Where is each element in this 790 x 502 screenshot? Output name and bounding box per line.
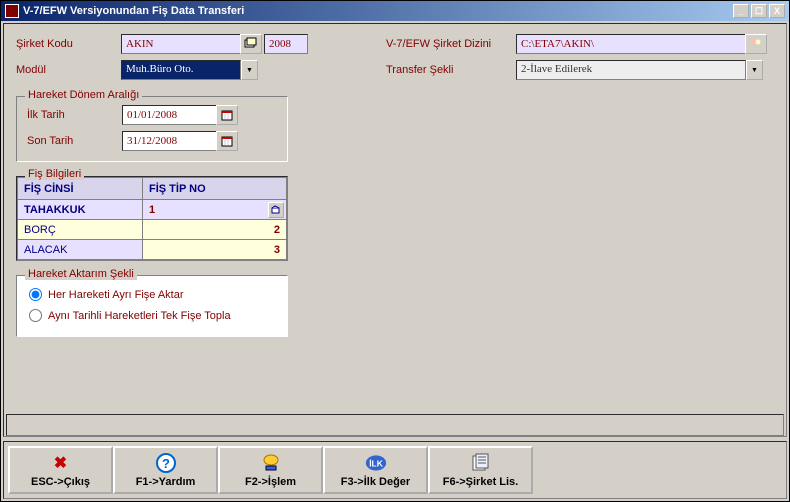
app-window: V-7/EFW Versiyonundan Fiş Data Transferi… [0,0,790,502]
fis-tipno-cell[interactable]: 1 [143,200,287,220]
radio-option-ayri[interactable]: Her Hareketi Ayrı Fişe Aktar [27,284,277,305]
app-icon [5,4,19,18]
sirket-dizini-label: V-7/EFW Şirket Dizini [386,38,516,50]
calendar-icon [221,109,233,121]
fis-cinsi-cell: ALACAK [18,240,143,260]
ilk-badge-icon: İLK [365,452,387,474]
radio-topla-input[interactable] [29,309,42,322]
toolbar: ✖ ESC->Çıkış ? F1->Yardım F2->İşlem İLK … [8,446,782,494]
modul-dropdown-button[interactable]: ▼ [241,60,258,80]
svg-text:?: ? [162,456,170,471]
f2-islem-button[interactable]: F2->İşlem [218,446,323,494]
table-row[interactable]: BORÇ 2 [18,220,287,240]
radio-option-topla[interactable]: Aynı Tarihli Hareketleri Tek Fişe Topla [27,305,277,326]
sirket-dizini-input[interactable] [516,34,746,54]
aktarim-legend: Hareket Aktarım Şekli [25,268,137,280]
table-row[interactable]: TAHAKKUK 1 [18,200,287,220]
transfer-sekli-select[interactable]: 2-İlave Edilerek [516,60,746,80]
sirket-dizini-browse-button[interactable] [745,34,767,54]
fis-col-tipno: FİŞ TİP NO [143,178,287,200]
process-icon [260,452,282,474]
calendar-icon [221,135,233,147]
svg-text:İLK: İLK [369,458,384,468]
chevron-down-icon: ▼ [246,67,253,74]
radio-ayri-label: Her Hareketi Ayrı Fişe Aktar [48,289,184,301]
ilk-tarih-input[interactable] [122,105,217,125]
radio-ayri-input[interactable] [29,288,42,301]
fis-bilgileri-fieldset: Fiş Bilgileri FİŞ CİNSİ FİŞ TİP NO TAHAK… [16,176,288,261]
table-row[interactable]: ALACAK 3 [18,240,287,260]
minimize-button[interactable]: _ [733,4,749,18]
fis-tipno-cell[interactable]: 2 [143,220,287,240]
fis-col-cinsi: FİŞ CİNSİ [18,178,143,200]
window-title: V-7/EFW Versiyonundan Fiş Data Transferi [23,5,733,17]
modul-label: Modül [16,64,121,76]
aktarim-fieldset: Hareket Aktarım Şekli Her Hareketi Ayrı … [16,275,288,337]
ilk-tarih-label: İlk Tarih [27,109,122,121]
ilk-tarih-calendar-button[interactable] [216,105,238,125]
fis-cinsi-cell: TAHAKKUK [18,200,143,220]
fis-cinsi-cell: BORÇ [18,220,143,240]
sirket-kodu-label: Şirket Kodu [16,38,121,50]
transfer-sekli-label: Transfer Şekli [386,64,516,76]
donem-fieldset: Hareket Dönem Aralığı İlk Tarih Son Tari… [16,96,288,162]
help-icon: ? [155,452,177,474]
f6-sirket-listesi-button[interactable]: F6->Şirket Lis. [428,446,533,494]
titlebar: V-7/EFW Versiyonundan Fiş Data Transferi… [1,1,789,21]
transfer-sekli-dropdown-button[interactable]: ▼ [746,60,763,80]
modul-select[interactable]: Muh.Büro Oto. [121,60,241,80]
son-tarih-label: Son Tarih [27,135,122,147]
radio-topla-label: Aynı Tarihli Hareketleri Tek Fişe Topla [48,310,231,322]
f1-yardim-button[interactable]: ? F1->Yardım [113,446,218,494]
sirket-kodu-lookup-button[interactable] [240,34,262,54]
maximize-button[interactable]: ☐ [751,4,767,18]
sirket-kodu-input[interactable] [121,34,241,54]
donem-legend: Hareket Dönem Aralığı [25,89,142,101]
close-x-icon: ✖ [50,452,72,474]
list-icon [470,452,492,474]
statusbar [6,414,784,436]
fis-table: FİŞ CİNSİ FİŞ TİP NO TAHAKKUK 1 BORÇ [17,177,287,260]
lookup-icon [271,205,281,215]
son-tarih-calendar-button[interactable] [216,131,238,151]
fis-tipno-cell[interactable]: 3 [143,240,287,260]
esc-cikis-button[interactable]: ✖ ESC->Çıkış [8,446,113,494]
folder-people-icon [749,37,763,52]
close-button[interactable]: X [769,4,785,18]
cell-lookup-button[interactable] [268,202,284,218]
f3-ilk-deger-button[interactable]: İLK F3->İlk Değer [323,446,428,494]
son-tarih-input[interactable] [122,131,217,151]
lookup-icon [244,37,258,52]
chevron-down-icon: ▼ [751,67,758,74]
fis-bilgileri-legend: Fiş Bilgileri [25,168,84,180]
year-input[interactable] [264,34,308,54]
